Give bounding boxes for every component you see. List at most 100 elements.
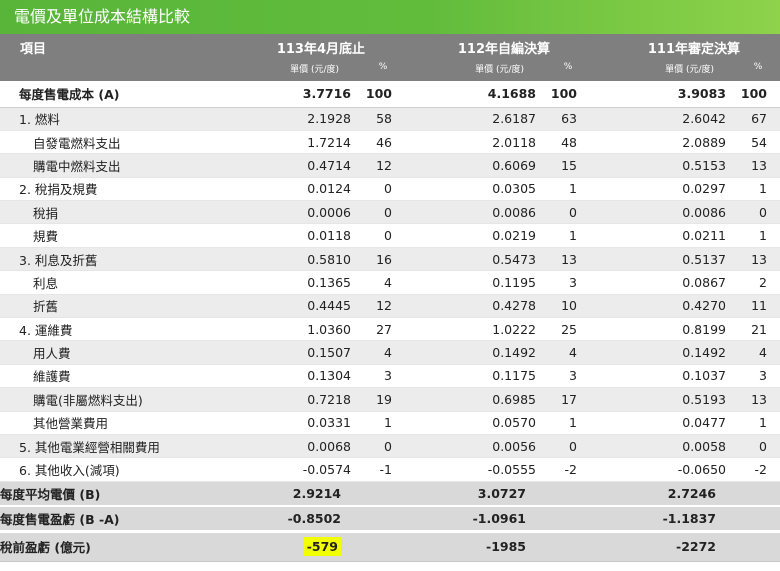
- unit-price-value: 0.0867: [590, 270, 740, 295]
- unit-price-value: -0.0555: [405, 457, 550, 482]
- row-label: 2. 稅捐及規費: [0, 177, 210, 202]
- percent-value: 13: [740, 387, 780, 412]
- percent-value: 0: [740, 200, 780, 225]
- unit-price-value: 0.1175: [405, 364, 550, 389]
- percent-value: 0: [365, 200, 405, 225]
- row-label: 每度平均電價 (B): [0, 481, 210, 507]
- table-row: 規費 0.0118 0 0.0219 1 0.0211 1: [0, 223, 780, 248]
- percent-value: 58: [365, 107, 405, 131]
- percent-value: [740, 505, 780, 532]
- unit-price-value: 0.1195: [405, 270, 550, 295]
- percent-value: 1: [550, 223, 590, 248]
- percent-value: 13: [740, 153, 780, 178]
- percent-value: 15: [550, 153, 590, 178]
- unit-price-value: 2.0118: [405, 130, 550, 155]
- percent-value: 12: [365, 153, 405, 178]
- percent-value: 1: [740, 223, 780, 248]
- percent-value: [740, 529, 780, 562]
- percent-value: [550, 505, 590, 532]
- unit-price-value: 0.0086: [405, 200, 550, 225]
- unit-price-value: 0.5810: [210, 247, 365, 272]
- row-label: 用人費: [0, 340, 210, 365]
- percent-value: 46: [365, 130, 405, 155]
- table-row: 3. 利息及折舊 0.5810 16 0.5473 13 0.5137 13: [0, 247, 780, 272]
- row-label: 1. 燃料: [0, 107, 210, 131]
- unit-price-value: 0.1492: [590, 340, 740, 365]
- percent-value: 4: [740, 340, 780, 365]
- percent-value: 1: [550, 177, 590, 202]
- percent-value: [740, 481, 780, 507]
- row-label: 3. 利息及折舊: [0, 247, 210, 272]
- unit-price-value: 0.0570: [405, 411, 550, 435]
- summary-value: -579: [210, 529, 365, 562]
- percent-value: 0: [550, 200, 590, 225]
- percent-value: 0: [365, 177, 405, 202]
- unit-price-value: 0.0118: [210, 223, 365, 248]
- table-row: 購電中燃料支出 0.4714 12 0.6069 15 0.5153 13: [0, 153, 780, 178]
- unit-price-value: 0.0331: [210, 411, 365, 435]
- percent-value: 11: [740, 294, 780, 319]
- row-label: 4. 運維費: [0, 317, 210, 342]
- unit-price-value: 0.7218: [210, 387, 365, 412]
- unit-price-value: 0.0219: [405, 223, 550, 248]
- cost-structure-table: 項目 113年4月底止 112年自編決算 111年審定決算 單價 (元/度) %…: [0, 34, 780, 562]
- unit-price-value: -0.0650: [590, 457, 740, 482]
- pct-label: %: [740, 59, 780, 81]
- row-label: 購電(非屬燃料支出): [0, 387, 210, 412]
- table-row: 4. 運維費 1.0360 27 1.0222 25 0.8199 21: [0, 317, 780, 342]
- row-label: 自發電燃料支出: [0, 130, 210, 155]
- unit-price-value: 0.0211: [590, 223, 740, 248]
- percent-value: 19: [365, 387, 405, 412]
- unit-price-value: 0.5193: [590, 387, 740, 412]
- unit-label: 單價 (元/度): [210, 59, 365, 81]
- unit-price-value: 0.4278: [405, 294, 550, 319]
- percent-value: 4: [550, 340, 590, 365]
- column-header-period-3: 111年審定決算: [590, 34, 740, 59]
- percent-value: 3: [550, 364, 590, 389]
- summary-row: 每度平均電價 (B) 2.9214 3.0727 2.7246: [0, 481, 780, 507]
- row-label: 稅捐: [0, 200, 210, 225]
- percent-value: [550, 529, 590, 562]
- row-label: 稅前盈虧 (億元): [0, 529, 210, 562]
- summary-value: -2272: [590, 529, 740, 562]
- unit-price-value: 0.5137: [590, 247, 740, 272]
- unit-price-value: 1.0360: [210, 317, 365, 342]
- highlighted-value: -579: [303, 537, 341, 557]
- unit-price-value: 0.1304: [210, 364, 365, 389]
- unit-price-value: 0.4270: [590, 294, 740, 319]
- percent-value: 4: [365, 340, 405, 365]
- unit-price-value: 4.1688: [405, 81, 550, 108]
- percent-value: 54: [740, 130, 780, 155]
- row-label: 購電中燃料支出: [0, 153, 210, 178]
- table-row: 1. 燃料 2.1928 58 2.6187 63 2.6042 67: [0, 107, 780, 131]
- summary-value: -1985: [405, 529, 550, 562]
- percent-value: -2: [740, 457, 780, 482]
- row-label: 5. 其他電業經營相關費用: [0, 434, 210, 459]
- unit-price-value: 0.6069: [405, 153, 550, 178]
- percent-value: 17: [550, 387, 590, 412]
- table-row: 其他營業費用 0.0331 1 0.0570 1 0.0477 1: [0, 411, 780, 435]
- unit-price-value: 3.9083: [590, 81, 740, 108]
- percent-value: 16: [365, 247, 405, 272]
- percent-value: 63: [550, 107, 590, 131]
- unit-price-value: 0.8199: [590, 317, 740, 342]
- unit-price-value: 2.0889: [590, 130, 740, 155]
- percent-value: 100: [740, 81, 780, 108]
- row-label: 其他營業費用: [0, 411, 210, 435]
- column-header-item: 項目: [0, 34, 210, 59]
- table-row: 2. 稅捐及規費 0.0124 0 0.0305 1 0.0297 1: [0, 177, 780, 202]
- percent-value: 67: [740, 107, 780, 131]
- unit-price-value: 2.1928: [210, 107, 365, 131]
- row-label: 維護費: [0, 364, 210, 389]
- unit-price-value: 2.6042: [590, 107, 740, 131]
- row-label: 每度售電成本 (A): [0, 81, 210, 108]
- table-row: 折舊 0.4445 12 0.4278 10 0.4270 11: [0, 294, 780, 319]
- table-row: 購電(非屬燃料支出) 0.7218 19 0.6985 17 0.5193 13: [0, 387, 780, 412]
- pct-label: %: [365, 59, 405, 81]
- percent-value: 100: [550, 81, 590, 108]
- percent-value: 0: [740, 434, 780, 459]
- pct-label: %: [550, 59, 590, 81]
- table-row: 維護費 0.1304 3 0.1175 3 0.1037 3: [0, 364, 780, 389]
- unit-price-value: 0.1037: [590, 364, 740, 389]
- table-row: 用人費 0.1507 4 0.1492 4 0.1492 4: [0, 340, 780, 365]
